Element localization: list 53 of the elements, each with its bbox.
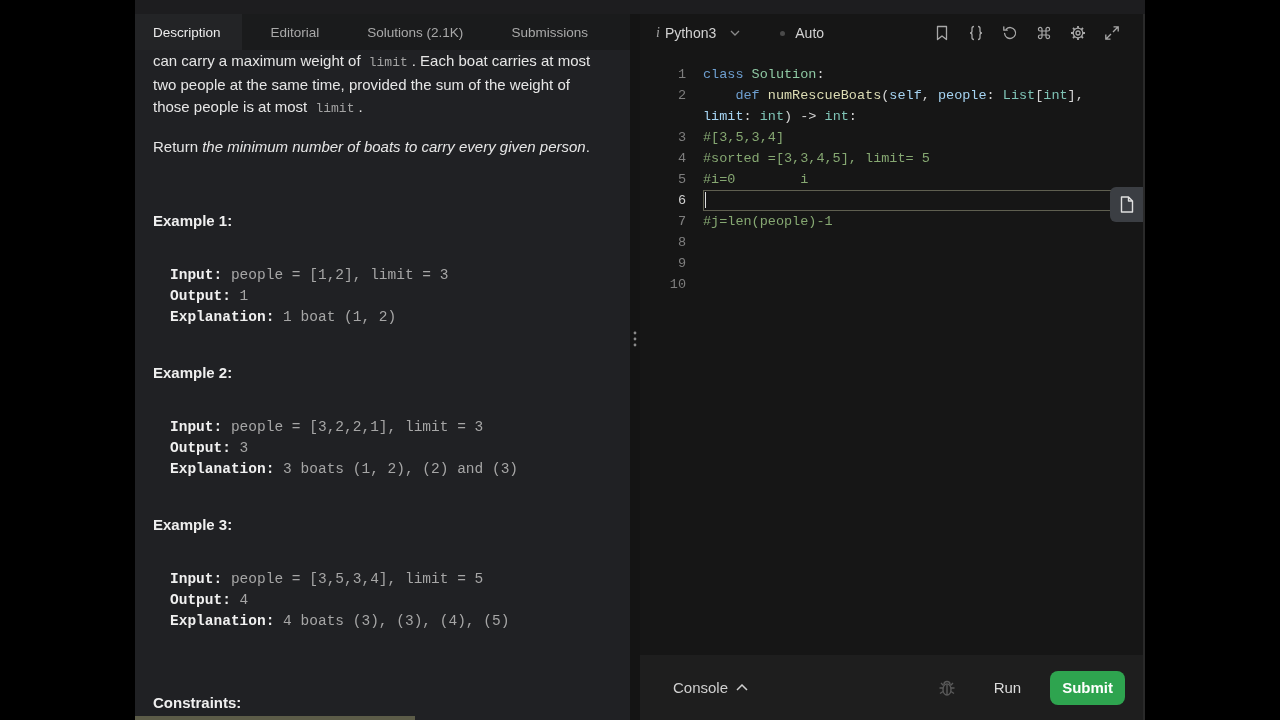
expand-icon[interactable] — [1104, 25, 1120, 41]
status-dot-icon — [780, 30, 786, 36]
line-number: 5 — [676, 171, 686, 189]
line-number: 6 — [676, 192, 686, 210]
example-line: Output: 3 — [170, 439, 249, 458]
text-cursor — [705, 192, 706, 208]
tab[interactable]: Description — [135, 14, 242, 50]
constraints-heading: Constraints: — [153, 693, 242, 713]
description-paragraph: can carry a maximum weight of limit . Each boat carries at most two people at the same time, provided the sum of the weight of those people is at most limit . — [153, 51, 592, 118]
example-line: Output: 4 — [170, 591, 249, 610]
settings-icon[interactable] — [1070, 25, 1086, 41]
tab[interactable]: Solutions (2.1K) — [348, 14, 483, 50]
tab[interactable]: Submissions — [492, 14, 607, 50]
file-icon — [1119, 196, 1134, 213]
code-line: def numRescueBoats(self, people: List[int], limit: int) -> int: — [703, 88, 1085, 124]
run-button[interactable]: Run — [981, 671, 1034, 704]
line-number: 7 — [676, 213, 686, 231]
code-line: class Solution: — [703, 67, 825, 82]
tab[interactable]: Editorial — [251, 14, 339, 50]
description-paragraph: Return the minimum number of boats to carry every given person. — [153, 137, 591, 157]
language-dropdown[interactable]: i Python3 — [654, 25, 743, 41]
example-line: Explanation: 1 boat (1, 2) — [170, 308, 397, 327]
example-heading: Example 3: — [153, 515, 233, 535]
bookmark-icon[interactable] — [934, 25, 950, 41]
line-number: 2 — [676, 87, 686, 105]
line-number: 1 — [676, 66, 686, 84]
example-heading: Example 2: — [153, 363, 233, 383]
example-heading: Example 1: — [153, 211, 233, 231]
example-line: Input: people = [1,2], limit = 3 — [170, 266, 449, 285]
example-line: Explanation: 4 boats (3), (3), (4), (5) — [170, 612, 510, 631]
example-line: Input: people = [3,5,3,4], limit = 5 — [170, 570, 484, 589]
code-line: #i=0 i — [703, 172, 809, 187]
reset-icon[interactable] — [1002, 25, 1018, 41]
example-line: Input: people = [3,2,2,1], limit = 3 — [170, 418, 484, 437]
file-button[interactable] — [1110, 187, 1143, 222]
chevron-down-icon — [730, 30, 741, 36]
chevron-up-icon — [736, 684, 749, 691]
drag-handle-icon[interactable] — [633, 331, 637, 347]
scrollbar-thumb[interactable] — [135, 716, 415, 720]
code-line: #sorted =[3,3,4,5], limit= 5 — [703, 151, 930, 166]
code-braces-icon[interactable] — [968, 25, 984, 41]
example-line: Explanation: 3 boats (1, 2), (2) and (3) — [170, 460, 519, 479]
line-number: 10 — [668, 276, 686, 294]
command-key-icon[interactable] — [1036, 25, 1052, 41]
console-toggle[interactable]: Console — [673, 679, 749, 696]
line-number: 8 — [676, 234, 686, 252]
code-line: #j=len(people)-1 — [703, 214, 833, 229]
code-line: #[3,5,3,4] — [703, 130, 784, 145]
line-number: 9 — [676, 255, 686, 273]
line-number: 3 — [676, 129, 686, 147]
line-number: 4 — [676, 150, 686, 168]
example-line: Output: 1 — [170, 287, 249, 306]
mode-label: Auto — [795, 25, 825, 41]
